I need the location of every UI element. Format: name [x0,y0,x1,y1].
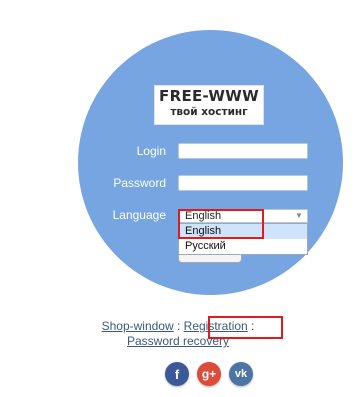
vk-icon[interactable]: vk [229,362,253,386]
shop-window-link[interactable]: Shop-window [102,319,174,333]
login-label: Login [136,144,166,158]
free-www-logo: FREE-WWW твой хостинг [154,85,264,125]
language-label: Language [112,208,166,222]
social-links: f g+ vk [165,362,253,386]
language-highlight-box [178,209,264,239]
logo-subtitle: твой хостинг [170,106,248,118]
chevron-down-icon[interactable]: ▼ [294,212,304,220]
google-plus-icon[interactable]: g+ [197,362,221,386]
footer-links-line2: Password recovery [0,334,356,348]
password-input[interactable] [178,175,308,191]
language-option-russian[interactable]: Русский [179,239,307,254]
facebook-icon[interactable]: f [165,362,189,386]
password-label: Password [113,176,166,190]
registration-highlight-box [208,316,283,339]
footer-links: Shop-window : Registration : [0,319,356,333]
login-input[interactable] [178,143,308,159]
link-separator: : [173,319,184,333]
login-submit-button[interactable] [178,255,242,263]
logo-title: FREE-WWW [159,87,259,105]
